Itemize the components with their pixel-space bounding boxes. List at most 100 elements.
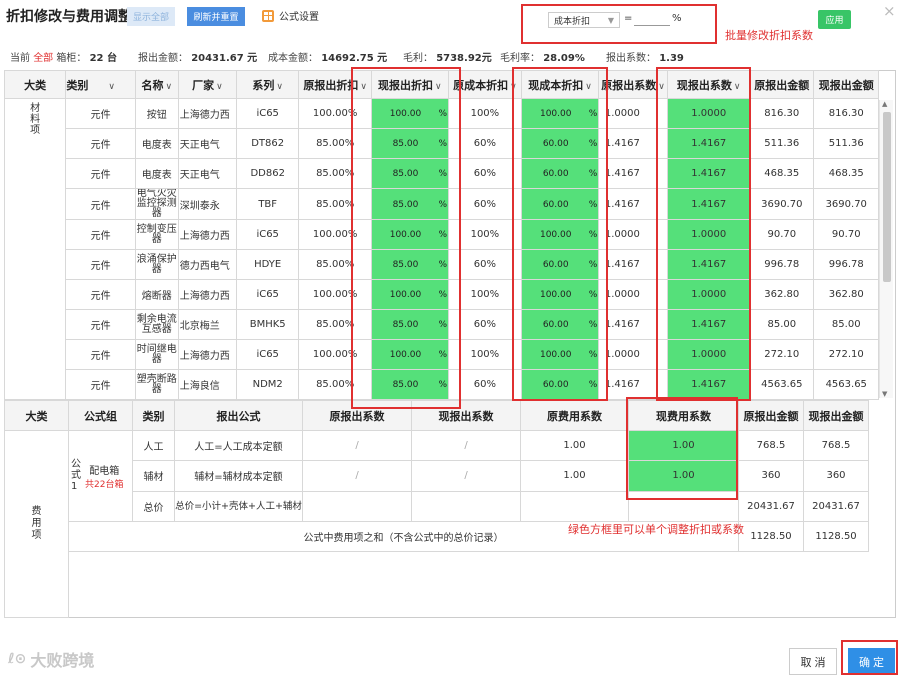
close-icon[interactable]: × [883,2,896,20]
cell-series: iC65 [236,98,300,129]
cell-orig-quote-amount: 4563.65 [749,369,815,400]
summary-quote-total-label: 报出金额： [138,53,188,64]
scroll-down-icon[interactable]: ▼ [882,390,887,398]
summary-cabinet-value: 22 台 [89,53,117,64]
summary-gross-profit-value: 5738.92元 [436,53,492,64]
cell-orig-quote-amount: 362.80 [749,279,815,310]
col-maker[interactable]: 厂家 ∨ [177,70,238,99]
cost-cur-coef: / [411,460,521,492]
batch-type-select[interactable]: 成本折扣 ▼ [548,12,620,28]
batch-value-input[interactable] [634,13,670,26]
cost-formula: 辅材=辅材成本定额 [174,460,303,492]
col-orig-quote-amount: 原报出金额 [749,70,815,99]
cost-col-cur-amount: 现报出金额 [803,400,869,431]
vertical-scrollbar[interactable]: ▲ ▼ [879,100,893,398]
summary-quote-coef-value: 1.39 [659,53,684,64]
cell-cur-quote-amount: 4563.65 [813,369,879,400]
cell-maker: 上海德力西 [177,339,238,370]
scroll-thumb[interactable] [883,112,891,282]
cell-orig-quote-amount: 3690.70 [749,188,815,220]
cell-type: 元件 [65,339,136,370]
cell-type: 元件 [65,219,136,250]
col-series[interactable]: 系列 ∨ [236,70,300,99]
cost-empty-row [5,551,869,618]
watermark-text: 大败跨境 [30,651,95,670]
formula-settings-button[interactable]: 公式设置 [262,8,319,23]
summary-current-label: 当前 [10,53,30,64]
cell-cur-quote-amount: 90.70 [813,219,879,250]
cost-col-category: 大类 [4,400,69,431]
cell-series: NDM2 [236,369,300,400]
summary-quote-total-value: 20431.67 元 [191,53,258,64]
cost-cur-amount: 768.5 [803,429,869,462]
cell-maker: 上海德力西 [177,219,238,250]
annotation-box-cur-quote-coef [656,67,751,401]
cost-cur-amount: 20431.67 [803,490,869,522]
batch-annotation-note: 批量修改折扣系数 [725,29,813,42]
cost-type: 人工 [132,429,175,462]
cancel-button[interactable]: 取 消 [789,648,837,675]
cell-cur-quote-amount: 362.80 [813,279,879,310]
col-name[interactable]: 名称 ∨ [134,70,179,99]
summary-cabinet-label: 箱柜： [56,53,87,64]
cell-cur-quote-amount: 85.00 [813,309,879,340]
watermark-logo: ℓ⊙ 大败跨境 [8,647,94,671]
cost-table: 大类 公式组 类别 报出公式 原报出系数 现报出系数 原费用系数 现费用系数 原… [4,400,869,618]
cell-name: 时间继电器 [134,339,179,370]
cell-maker: 天正电气 [177,128,238,159]
col-type[interactable]: 类别 ∨ [65,70,136,99]
cell-type: 元件 [65,158,136,189]
cost-col-orig-amount: 原报出金额 [738,400,804,431]
cell-name: 剩余电流互感器 [134,309,179,340]
cost-orig-fee-coef: 1.00 [520,460,629,492]
formula-group-name: 配电箱 [89,465,120,477]
cell-orig-quote-amount: 272.10 [749,339,815,370]
cost-col-type: 类别 [132,400,175,431]
summary-all-link[interactable]: 全部 [33,53,53,64]
cell-series: DT862 [236,128,300,159]
formula-group-count: 共22台箱 [85,479,124,490]
scroll-up-icon[interactable]: ▲ [882,100,887,108]
cost-orig-fee-coef: 1.00 [520,429,629,462]
show-all-button[interactable]: 显示全部 [127,7,175,26]
cell-series: BMHK5 [236,309,300,340]
cell-type: 元件 [65,279,136,310]
cost-orig-fee-coef [520,490,629,522]
cell-series: iC65 [236,339,300,370]
formula-index: 公 式 1 [71,459,81,493]
formula-settings-label: 公式设置 [279,12,319,23]
chevron-down-icon: ∨ [216,81,223,92]
cost-col-formula-group: 公式组 [68,400,133,431]
green-cells-note: 绿色方框里可以单个调整折扣或系数 [568,523,744,536]
cell-type: 元件 [65,249,136,280]
cost-orig-amount: 20431.67 [738,490,804,522]
cost-category-cell: 费 用 项 [4,430,69,618]
cost-sum-cur: 1128.50 [803,520,869,553]
cell-type: 元件 [65,188,136,220]
col-cur-quote-amount: 现报出金额 [813,70,879,99]
cost-row: 费 用 项 公 式 1 配电箱 共22台箱 人工 人工=人工成本定额 / / 1… [4,429,869,618]
apply-button[interactable]: 应用 [818,10,851,29]
cell-orig-quote-amount: 816.30 [749,98,815,129]
cell-orig-quote-amount: 85.00 [749,309,815,340]
cost-col-orig-fee-coef: 原费用系数 [520,400,629,431]
cost-type: 辅材 [132,460,175,492]
annotation-box-cur-quote-discount [351,67,461,409]
cell-maker: 德力西电气 [177,249,238,280]
cost-orig-coef: / [302,429,412,462]
cell-type: 元件 [65,128,136,159]
chevron-down-icon: ∨ [108,81,115,92]
cell-orig-quote-amount: 996.78 [749,249,815,280]
cell-name: 熔断器 [134,279,179,310]
refresh-reset-button[interactable]: 刷新并重置 [187,7,245,26]
brand-logo-icon: ℓ⊙ [8,651,27,667]
cost-sum-orig: 1128.50 [738,520,804,553]
cell-series: HDYE [236,249,300,280]
cost-col-formula: 报出公式 [174,400,303,431]
cell-cur-quote-amount: 3690.70 [813,188,879,220]
summary-gross-profit-label: 毛利： [403,53,433,64]
cell-maker: 上海良信 [177,369,238,400]
cell-cur-quote-amount: 816.30 [813,98,879,129]
cell-maker: 天正电气 [177,158,238,189]
material-category-cell: 材 料 项 [3,98,67,400]
